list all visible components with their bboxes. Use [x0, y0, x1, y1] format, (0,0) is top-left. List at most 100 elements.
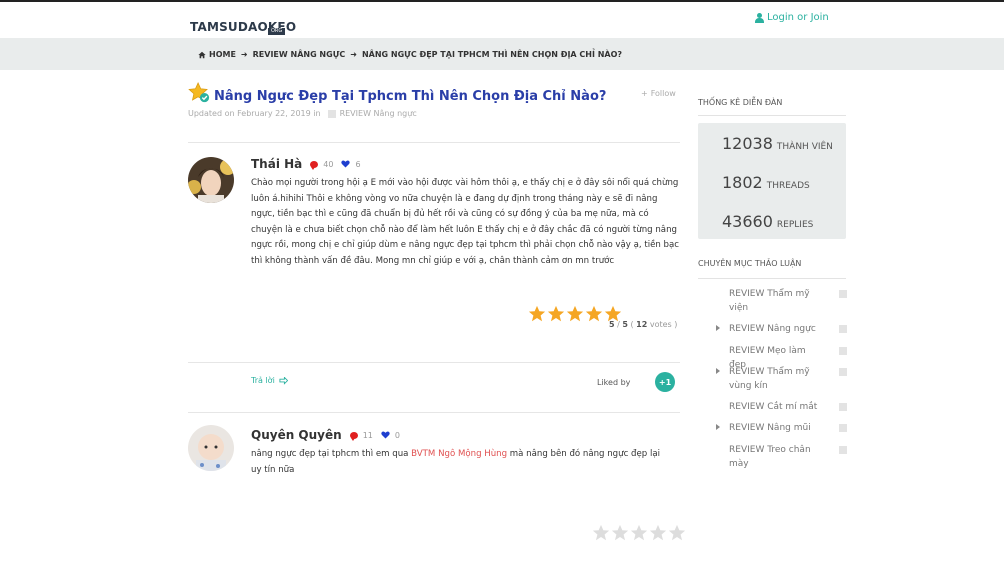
category-label: REVIEW Thẩm mỹ viện — [729, 289, 810, 313]
stat-label: REPLIES — [776, 220, 814, 230]
category-label: REVIEW Thẩm mỹ vùng kín — [729, 367, 810, 391]
reply-button[interactable]: Trả lời — [251, 376, 288, 385]
comment-icon — [310, 160, 319, 170]
star-icon[interactable] — [585, 305, 603, 323]
thread-title-row: Nâng Ngực Đẹp Tại Tphcm Thì Nên Chọn Địa… — [188, 80, 680, 106]
forum-stats-box: 12038 THÀNH VIÊN 1802 THREADS 43660 REPL… — [698, 123, 846, 239]
star-icon[interactable] — [611, 524, 629, 542]
stat-threads: 1802 THREADS — [722, 173, 810, 192]
divider — [698, 115, 846, 116]
category-icon — [327, 109, 336, 118]
star-icon[interactable] — [566, 305, 584, 323]
post-text-before: nâng ngực đẹp tại tphcm thì em qua — [251, 449, 412, 459]
rating-summary: 5 / 5 ( 12 votes ) — [609, 320, 678, 329]
divider — [188, 142, 680, 143]
rating-max: 5 — [622, 320, 628, 329]
post-author[interactable]: Quyên Quyên — [251, 428, 342, 442]
star-icon[interactable] — [592, 524, 610, 542]
divider — [698, 278, 846, 279]
reply-label: Trả lời — [251, 376, 275, 385]
updated-text: Updated on February 22, 2019 in — [188, 109, 321, 118]
reply-icon — [279, 376, 288, 385]
home-icon — [198, 51, 206, 58]
stat-replies: 43660 REPLIES — [722, 212, 813, 231]
stat-label: THÀNH VIÊN — [776, 142, 833, 152]
caret-right-icon[interactable] — [716, 424, 720, 430]
login-label: Login or Join — [767, 12, 829, 23]
post-body: nâng ngực đẹp tại tphcm thì em qua BVTM … — [251, 447, 671, 478]
user-icon — [754, 12, 764, 23]
category-label: REVIEW Treo chân mày — [729, 445, 811, 469]
rating-votes: 12 — [636, 320, 648, 329]
comment-count: 11 — [349, 430, 373, 441]
rating-score: 5 — [609, 320, 615, 329]
like-count-value: 0 — [394, 430, 400, 440]
stat-label: THREADS — [766, 181, 810, 191]
avatar[interactable] — [188, 425, 234, 471]
thread-title[interactable]: Nâng Ngực Đẹp Tại Tphcm Thì Nên Chọn Địa… — [214, 89, 606, 104]
breadcrumb: HOME ➜ REVIEW NÂNG NGỰC ➜ NÂNG NGỰC ĐẸP … — [198, 50, 622, 59]
category-count-icon — [839, 325, 847, 333]
stat-value: 43660 — [722, 212, 773, 231]
breadcrumb-category[interactable]: REVIEW NÂNG NGỰC — [253, 50, 346, 59]
category-count-icon — [839, 424, 847, 432]
stat-members: 12038 THÀNH VIÊN — [722, 134, 833, 153]
follow-label: Follow — [650, 89, 676, 98]
like-count: 0 — [381, 431, 400, 440]
comment-count-value: 40 — [323, 159, 334, 169]
star-icon[interactable] — [528, 305, 546, 323]
liked-by-label: Liked by — [597, 378, 631, 387]
heart-icon — [341, 160, 351, 168]
thread-meta: Updated on February 22, 2019 in REVIEW N… — [188, 109, 417, 118]
site-logo[interactable]: TAMSUDAOKEO ORG — [190, 16, 296, 35]
category-label: REVIEW Cắt mí mắt — [729, 402, 818, 412]
site-header: TAMSUDAOKEO ORG Login or Join — [0, 2, 1004, 38]
post-author-row: Thái Hà 40 6 — [251, 157, 369, 171]
star-icon[interactable] — [547, 305, 565, 323]
post-author[interactable]: Thái Hà — [251, 157, 302, 171]
avatar[interactable] — [188, 157, 234, 203]
caret-right-icon[interactable] — [716, 368, 720, 374]
stat-value: 12038 — [722, 134, 773, 153]
caret-right-icon[interactable] — [716, 325, 720, 331]
heart-icon — [381, 431, 390, 439]
stats-heading: THỐNG KÊ DIỄN ĐÀN — [698, 98, 783, 107]
like-count: 6 — [341, 159, 361, 169]
logo-subtext: ORG — [268, 28, 286, 35]
follow-button[interactable]: + Follow — [641, 89, 676, 98]
like-count-value: 6 — [355, 159, 361, 169]
star-icon[interactable] — [630, 524, 648, 542]
category-label: REVIEW Nâng mũi — [729, 423, 811, 433]
post-body: Chào mọi người trong hội ạ E mới vào hội… — [251, 178, 680, 266]
star-icon[interactable] — [649, 524, 667, 542]
breadcrumb-bar: HOME ➜ REVIEW NÂNG NGỰC ➜ NÂNG NGỰC ĐẸP … — [0, 38, 1004, 70]
category-count-icon — [839, 347, 847, 355]
featured-star-icon — [188, 82, 210, 103]
category-count-icon — [839, 403, 847, 411]
login-link[interactable]: Login or Join — [754, 12, 829, 23]
categories-heading: CHUYÊN MỤC THẢO LUẬN — [698, 259, 802, 268]
category-label: REVIEW Nâng ngực — [729, 324, 816, 334]
rating-votes-label: votes — [649, 320, 672, 329]
category-count-icon — [839, 446, 847, 454]
comment-icon — [349, 431, 358, 441]
comment-count-value: 11 — [362, 430, 373, 440]
divider — [188, 362, 680, 363]
star-icon[interactable] — [668, 524, 686, 542]
category-count-icon — [839, 368, 847, 376]
post-author-row: Quyên Quyên 11 0 — [251, 428, 408, 442]
star-rating[interactable] — [528, 305, 622, 323]
category-count-icon — [839, 290, 847, 298]
plus-one-button[interactable]: +1 — [655, 372, 675, 392]
plus-icon: + — [641, 89, 648, 98]
comment-count: 40 — [310, 159, 334, 170]
arrow-right-icon: ➜ — [350, 50, 357, 59]
star-rating[interactable] — [592, 524, 686, 542]
thread-category-link[interactable]: REVIEW Nâng ngực — [340, 109, 417, 118]
breadcrumb-current: NÂNG NGỰC ĐẸP TẠI TPHCM THÌ NÊN CHỌN ĐỊA… — [361, 50, 623, 59]
divider — [188, 412, 680, 413]
breadcrumb-home[interactable]: HOME — [209, 50, 236, 59]
clinic-link[interactable]: BVTM Ngô Mộng Hùng — [411, 449, 507, 459]
arrow-right-icon: ➜ — [240, 50, 248, 59]
stat-value: 1802 — [722, 173, 763, 192]
